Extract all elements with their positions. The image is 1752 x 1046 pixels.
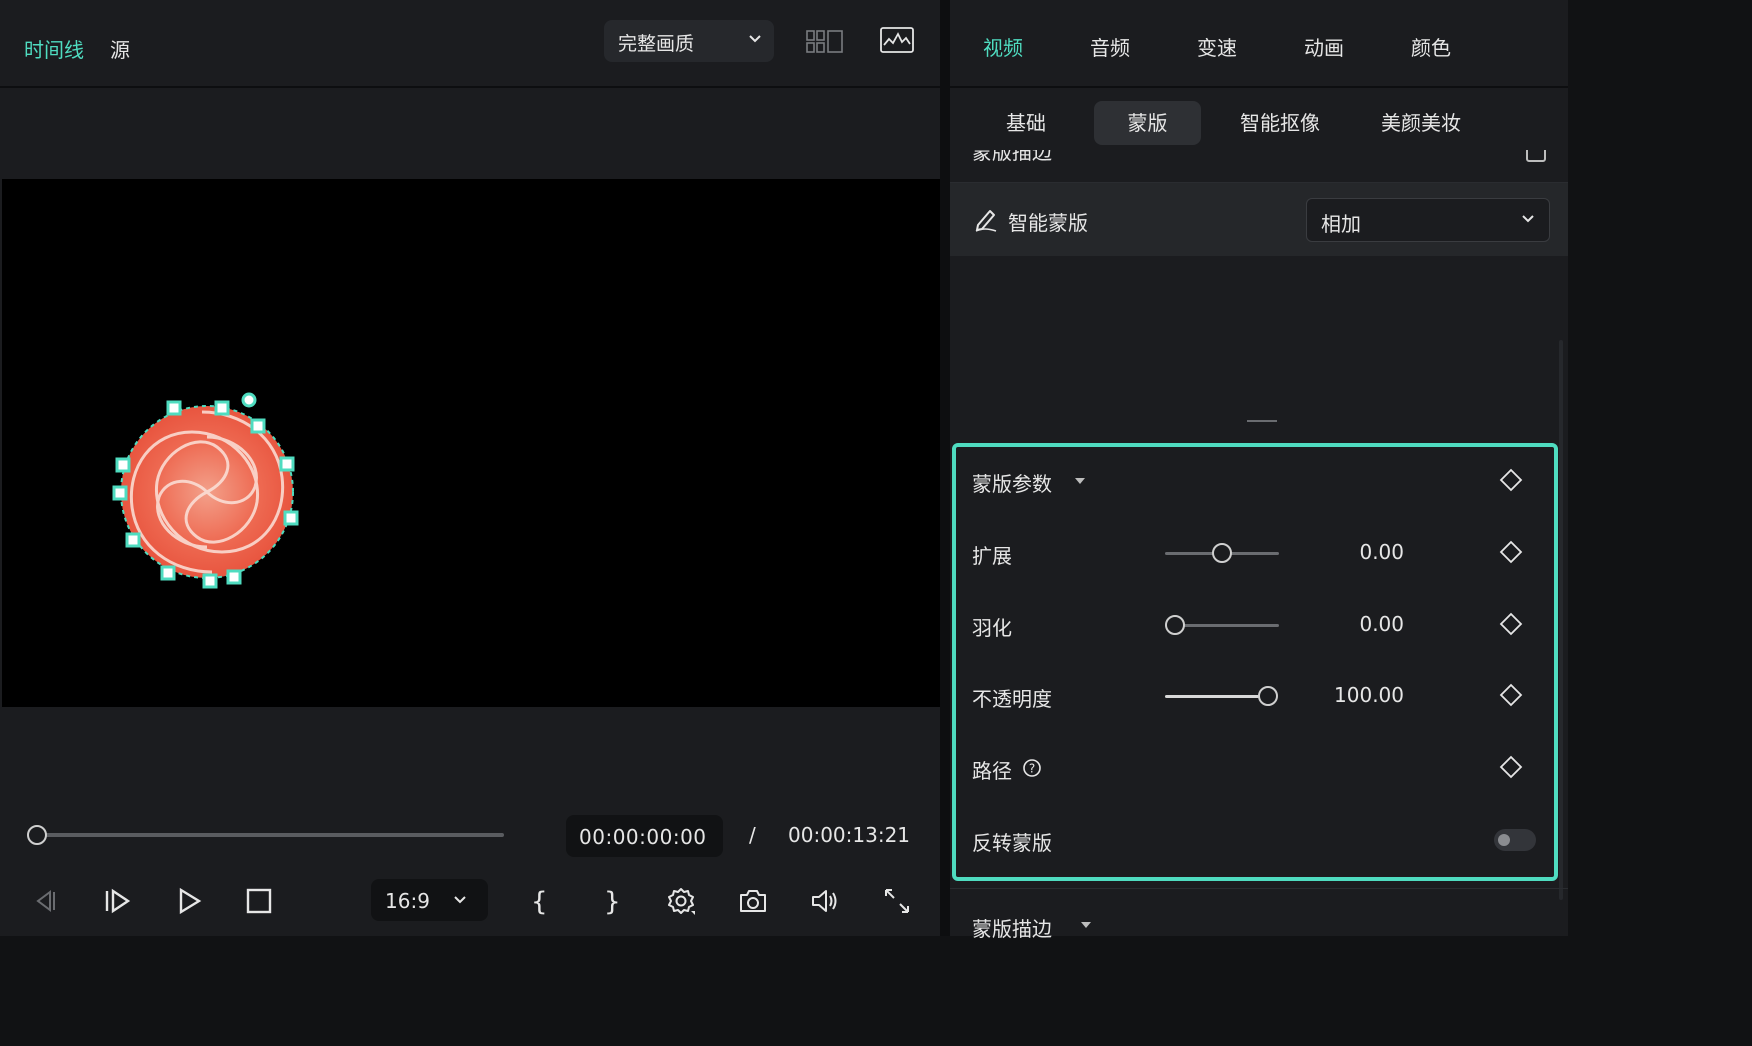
svg-text:}: } (604, 887, 621, 917)
aspect-ratio-label: 16:9 (385, 889, 430, 913)
keyframe-diamond-icon[interactable] (1499, 683, 1523, 707)
opacity-label: 不透明度 (972, 687, 1052, 711)
play-button[interactable] (172, 884, 206, 918)
aspect-ratio-dropdown[interactable]: 16:9 (371, 879, 488, 921)
subtab-mask[interactable]: 蒙版 (1094, 101, 1201, 145)
expand-icon (885, 889, 909, 913)
scrolled-section-title: 蒙版描边 (972, 150, 1052, 164)
video-sub-tabs: 基础 蒙版 智能抠像 美颜美妆 (950, 88, 1568, 152)
subtab-beauty[interactable]: 美颜美妆 (1367, 101, 1475, 145)
square-icon (1526, 150, 1546, 162)
mask-stroke-title: 蒙版描边 (972, 917, 1052, 941)
opacity-value[interactable]: 100.00 (1294, 683, 1404, 707)
tab-audio[interactable]: 音频 (1090, 32, 1130, 61)
speaker-icon (812, 890, 837, 912)
expand-value[interactable]: 0.00 (1294, 540, 1404, 564)
mark-out-button[interactable]: } (594, 884, 628, 918)
settings-button[interactable] (664, 884, 698, 918)
inspector-panel: 视频 音频 变速 动画 颜色 基础 蒙版 智能抠像 美颜美妆 蒙版描边 智能蒙版… (950, 0, 1568, 941)
smart-mask-label: 智能蒙版 (1008, 211, 1088, 235)
tab-color[interactable]: 颜色 (1411, 32, 1451, 61)
pen-icon (972, 205, 1000, 233)
smart-mask-mode-value: 相加 (1321, 212, 1361, 236)
expand-slider-handle[interactable] (1212, 543, 1232, 563)
quality-label: 完整画质 (618, 33, 695, 55)
grid-layout-icon[interactable] (806, 30, 844, 54)
playback-scrubber[interactable] (36, 833, 504, 837)
help-icon[interactable]: ? (1022, 758, 1042, 778)
quality-dropdown[interactable]: 完整画质 (604, 20, 774, 62)
current-time-text: 00:00:00:00 (579, 825, 707, 849)
preview-toolbar: 时间线 源 完整画质 (0, 0, 940, 88)
subtab-basic[interactable]: 基础 (986, 101, 1066, 145)
gear-icon (668, 888, 695, 915)
resize-handle[interactable] (1247, 420, 1277, 422)
next-frame-button[interactable] (100, 884, 134, 918)
inspector-tabs: 视频 音频 变速 动画 颜色 (950, 0, 1568, 88)
total-timecode: 00:00:13:21 (788, 823, 911, 847)
fullscreen-button[interactable] (880, 884, 914, 918)
caret-down-icon[interactable] (1080, 921, 1092, 929)
preview-top-strip (2, 88, 940, 179)
mark-out-icon: } (604, 887, 621, 917)
expand-label: 扩展 (972, 544, 1012, 568)
feather-slider-handle[interactable] (1165, 615, 1185, 635)
camera-icon (740, 890, 766, 912)
snapshot-button[interactable] (736, 884, 770, 918)
mask-stroke-section-header: 蒙版描边 (950, 888, 1568, 941)
keyframe-diamond-icon[interactable] (1499, 540, 1523, 564)
keyframe-diamond-icon[interactable] (1499, 755, 1523, 779)
svg-text:{: { (531, 887, 548, 917)
chevron-down-icon (454, 896, 466, 904)
stop-button[interactable] (242, 884, 276, 918)
step-back-icon (36, 890, 55, 912)
mask-params-section: 蒙版参数 扩展 0.00 羽化 0.00 不透明度 100.00 路径 ? 反转… (952, 443, 1558, 881)
tab-timeline[interactable]: 时间线 (24, 34, 84, 63)
stop-icon (246, 888, 272, 914)
volume-button[interactable] (808, 884, 842, 918)
previous-frame-button[interactable] (28, 884, 62, 918)
preview-panel: 时间线 源 完整画质 00:00:00:00 / 00:00:13:21 16:… (0, 0, 940, 936)
partially-scrolled-section-header: 蒙版描边 (950, 150, 1568, 183)
invert-mask-toggle[interactable] (1494, 829, 1536, 851)
waveform-monitor-icon[interactable] (880, 27, 914, 55)
mask-params-title: 蒙版参数 (972, 472, 1052, 496)
time-separator: / (749, 823, 756, 847)
current-timecode[interactable]: 00:00:00:00 (566, 815, 723, 857)
opacity-slider[interactable] (1165, 695, 1267, 698)
chevron-down-icon (1522, 215, 1534, 223)
step-forward-icon (105, 888, 131, 914)
caret-down-icon[interactable] (1074, 477, 1086, 485)
video-preview[interactable] (2, 179, 940, 707)
inspector-scrollbar[interactable] (1559, 340, 1563, 900)
panel-divider[interactable] (940, 0, 950, 936)
scrubber-handle[interactable] (27, 825, 47, 845)
invert-mask-label: 反转蒙版 (972, 831, 1052, 855)
toggle-knob (1498, 834, 1510, 846)
tab-animation[interactable]: 动画 (1304, 32, 1344, 61)
opacity-slider-handle[interactable] (1258, 686, 1278, 706)
feather-value[interactable]: 0.00 (1294, 612, 1404, 636)
tab-video[interactable]: 视频 (983, 32, 1023, 61)
path-label: 路径 (972, 759, 1012, 783)
keyframe-diamond-icon[interactable] (1499, 468, 1523, 492)
mark-in-button[interactable]: { (521, 884, 555, 918)
subtab-smart-cutout[interactable]: 智能抠像 (1226, 101, 1334, 145)
keyframe-diamond-icon[interactable] (1499, 612, 1523, 636)
chevron-down-icon (749, 35, 761, 43)
svg-text:?: ? (1029, 762, 1035, 776)
tab-source[interactable]: 源 (110, 34, 130, 63)
play-icon (179, 887, 202, 915)
tab-speed[interactable]: 变速 (1197, 32, 1237, 61)
mark-in-icon: { (531, 887, 548, 917)
masked-lollipop-image (112, 392, 299, 589)
feather-label: 羽化 (972, 616, 1012, 640)
smart-mask-row: 智能蒙版 相加 (950, 183, 1568, 256)
smart-mask-mode-dropdown[interactable]: 相加 (1306, 198, 1550, 242)
